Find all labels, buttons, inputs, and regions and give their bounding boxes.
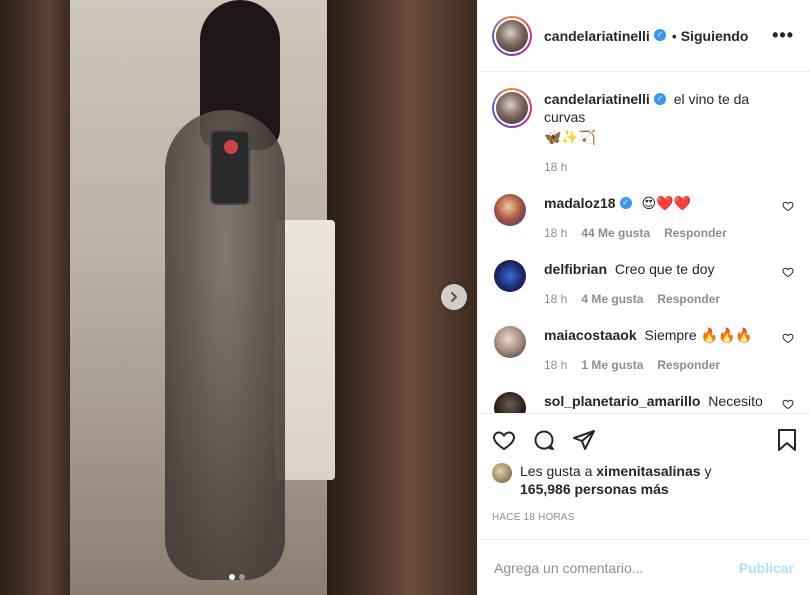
comment-likes[interactable]: 4 Me gusta — [581, 292, 643, 306]
save-bookmark-icon[interactable] — [776, 428, 798, 452]
comment-avatar[interactable] — [494, 392, 526, 413]
comment-text: Siempre 🔥🔥🔥 — [644, 327, 753, 343]
likes-prefix: Les gusta a — [520, 463, 593, 479]
comment-item: madaloz18 ✓ 😍❤️❤️ 18 h 44 Me gusta Respon… — [492, 194, 794, 240]
comment-reply-button[interactable]: Responder — [664, 226, 727, 240]
author-avatar[interactable] — [492, 15, 532, 56]
comment-text: 😍❤️❤️ — [641, 195, 691, 211]
comment-item: delfibrian Creo que te doy 18 h 4 Me gus… — [492, 260, 794, 306]
chevron-right-icon — [451, 292, 457, 302]
add-comment-bar: Publicar — [478, 539, 810, 595]
comment-reply-button[interactable]: Responder — [657, 292, 720, 306]
following-button[interactable]: Siguiendo — [681, 28, 749, 44]
comment-input[interactable] — [494, 559, 739, 576]
caption-time: 18 h — [544, 160, 568, 174]
like-comment-heart-icon[interactable] — [782, 200, 794, 212]
comment-time: 18 h — [544, 226, 568, 240]
verified-badge-icon: ✓ — [619, 197, 632, 210]
like-comment-heart-icon[interactable] — [782, 266, 794, 278]
likes-connector: y — [704, 463, 712, 479]
comment-text: Creo que te doy — [614, 261, 715, 277]
comment-reply-button[interactable]: Responder — [657, 358, 720, 372]
header-separator: • — [671, 27, 677, 44]
carousel-dot-active — [229, 574, 235, 580]
comments-list[interactable]: candelariatinelli ✓ el vino te da curvas … — [478, 72, 810, 413]
verified-badge-icon: ✓ — [653, 28, 666, 41]
carousel-dot — [239, 574, 245, 580]
liker-avatar[interactable] — [492, 463, 512, 483]
verified-badge-icon: ✓ — [653, 93, 666, 106]
caption-username[interactable]: candelariatinelli — [544, 91, 650, 107]
comment-avatar[interactable] — [494, 194, 526, 226]
comment-username[interactable]: madaloz18 — [544, 195, 616, 211]
author-username[interactable]: candelariatinelli — [544, 28, 650, 44]
like-heart-icon[interactable] — [492, 428, 516, 452]
comment-username[interactable]: delfibrian — [544, 261, 607, 277]
photo-phone — [210, 130, 250, 205]
comment-avatar[interactable] — [494, 260, 526, 292]
comment-username[interactable]: sol_planetario_amarillo — [544, 393, 700, 409]
comment-bubble-icon[interactable] — [532, 428, 556, 452]
share-plane-icon[interactable] — [572, 428, 596, 452]
comment-likes[interactable]: 1 Me gusta — [581, 358, 643, 372]
like-comment-heart-icon[interactable] — [782, 332, 794, 344]
like-comment-heart-icon[interactable] — [782, 398, 794, 410]
post-actions: Les gusta a ximenitasalinas y 165,986 pe… — [478, 413, 810, 539]
post-header: candelariatinelli ✓ • Siguiendo ••• — [478, 0, 810, 72]
likes-summary: Les gusta a ximenitasalinas y 165,986 pe… — [492, 462, 798, 498]
more-options-icon[interactable]: ••• — [772, 25, 794, 46]
publish-button[interactable]: Publicar — [739, 560, 794, 576]
caption-emoji: 🦋✨🏹 — [544, 129, 597, 145]
comment-avatar[interactable] — [494, 326, 526, 358]
comment-item: sol_planetario_amarillo Necesito un tuto… — [492, 392, 794, 413]
liker-username[interactable]: ximenitasalinas — [596, 463, 700, 479]
comment-username[interactable]: maiacostaaok — [544, 327, 637, 343]
comment-time: 18 h — [544, 292, 568, 306]
post-timestamp[interactable]: HACE 18 HORAS — [492, 512, 798, 523]
comment-time: 18 h — [544, 358, 568, 372]
photo-door-left — [0, 0, 70, 595]
instagram-post-modal: candelariatinelli ✓ • Siguiendo ••• cand… — [0, 0, 810, 595]
post-side-panel: candelariatinelli ✓ • Siguiendo ••• cand… — [477, 0, 810, 595]
caption-avatar[interactable] — [492, 88, 532, 128]
comment-likes[interactable]: 44 Me gusta — [581, 226, 650, 240]
comment-item: maiacostaaok Siempre 🔥🔥🔥 18 h 1 Me gusta… — [492, 326, 794, 372]
likes-count[interactable]: 165,986 personas más — [520, 480, 711, 498]
next-slide-button[interactable] — [441, 284, 467, 310]
caption: candelariatinelli ✓ el vino te da curvas … — [492, 88, 794, 174]
post-photo[interactable] — [0, 0, 477, 595]
carousel-dots — [229, 574, 245, 580]
